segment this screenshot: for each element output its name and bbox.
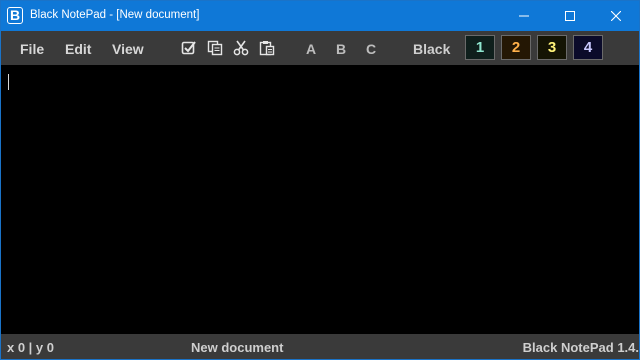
close-button[interactable] [593, 1, 639, 31]
maximize-icon [565, 11, 575, 21]
app-version: Black NotePad 1.4. [522, 340, 639, 355]
font-c-button[interactable]: C [366, 41, 376, 57]
cut-icon [233, 40, 249, 56]
menu-edit[interactable]: Edit [65, 41, 91, 57]
theme-label[interactable]: Black [413, 41, 450, 57]
font-a-button[interactable]: A [306, 41, 316, 57]
select-all-icon [181, 41, 196, 55]
status-bar: x 0 | y 0 New document Black NotePad 1.4… [1, 334, 639, 359]
paste-button[interactable] [258, 39, 276, 57]
minimize-icon [519, 15, 529, 17]
menu-view[interactable]: View [112, 41, 144, 57]
cursor-position: x 0 | y 0 [7, 340, 55, 355]
maximize-button[interactable] [547, 1, 593, 31]
theme-2-button[interactable]: 2 [501, 35, 531, 60]
cut-button[interactable] [232, 39, 250, 57]
document-name: New document [191, 340, 284, 355]
close-icon [611, 11, 621, 21]
minimize-button[interactable] [501, 1, 547, 31]
paste-icon [259, 41, 275, 56]
select-all-button[interactable] [180, 39, 198, 57]
font-b-button[interactable]: B [336, 41, 346, 57]
text-caret [8, 74, 9, 90]
menu-file[interactable]: File [20, 41, 44, 57]
app-logo-icon: B [7, 7, 23, 24]
copy-button[interactable] [206, 39, 224, 57]
window-title: Black NotePad - [New document] [30, 9, 200, 21]
title-bar[interactable]: B Black NotePad - [New document] [1, 1, 639, 31]
toolbar: File Edit View A B C Black 1 2 3 4 [1, 31, 639, 65]
copy-icon [207, 40, 223, 56]
theme-3-button[interactable]: 3 [537, 35, 567, 60]
app-window: B Black NotePad - [New document] File Ed… [0, 0, 640, 360]
theme-1-button[interactable]: 1 [465, 35, 495, 60]
text-editor[interactable] [1, 65, 639, 334]
theme-4-button[interactable]: 4 [573, 35, 603, 60]
